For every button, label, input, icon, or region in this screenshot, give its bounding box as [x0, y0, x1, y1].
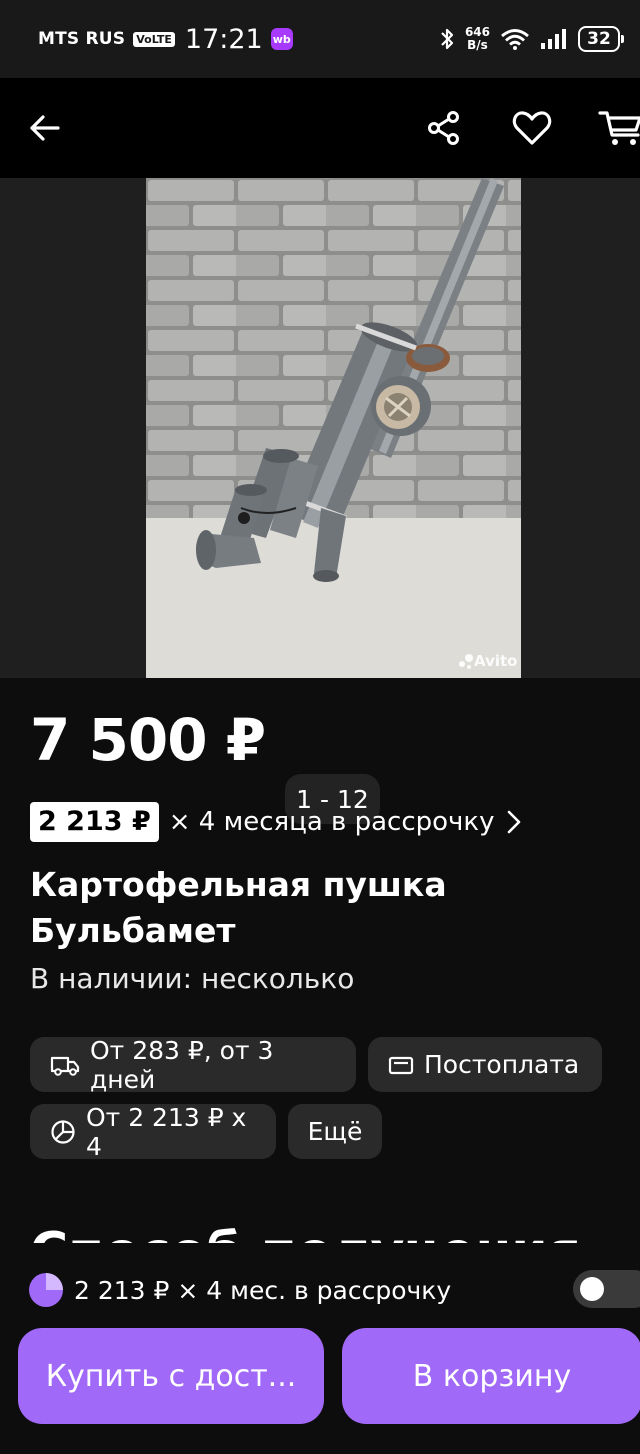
- bluetooth-icon: [441, 28, 454, 50]
- add-to-cart-button[interactable]: В корзину: [342, 1328, 640, 1424]
- cart-button[interactable]: [592, 100, 640, 156]
- installment-toggle[interactable]: [573, 1270, 640, 1308]
- clock: 17:21: [184, 23, 263, 55]
- listing-price: 7 500 ₽: [30, 706, 266, 774]
- installment-chip-label: От 2 213 ₽ x 4: [86, 1102, 247, 1161]
- installment-amount-badge: 2 213 ₽: [30, 802, 159, 842]
- wb-app-icon: wb: [270, 28, 293, 50]
- toggle-knob: [580, 1277, 604, 1301]
- battery-level: 32: [587, 29, 611, 49]
- more-chip-label: Ещё: [307, 1117, 363, 1146]
- signal-icon: [541, 29, 566, 49]
- battery-indicator: 32: [578, 26, 624, 52]
- favorite-button[interactable]: [504, 100, 560, 156]
- network-speed: 646 B/s: [465, 26, 490, 52]
- listing-title: Картофельная пушка Бульбамет: [30, 865, 447, 950]
- delivery-chip-label: От 283 ₽, от 3 дней: [90, 1035, 274, 1094]
- bottom-action-panel: 2 213 ₽ × 4 мес. в рассрочку Купить с до…: [0, 1256, 640, 1454]
- postpay-chip[interactable]: Постоплата: [368, 1037, 602, 1092]
- speed-unit: B/s: [467, 38, 488, 52]
- wifi-icon: [501, 29, 529, 50]
- watermark: Avito: [474, 652, 518, 670]
- status-icons: 646 B/s 32: [439, 26, 624, 52]
- more-chip[interactable]: Ещё: [288, 1104, 382, 1159]
- buy-button-label: Купить с дост...: [45, 1358, 297, 1394]
- photo-gallery[interactable]: Avito 1 - 12: [0, 178, 640, 824]
- installment-link[interactable]: 2 213 ₽ × 4 месяца в рассрочку: [30, 800, 523, 844]
- installment-chip[interactable]: От 2 213 ₽ x 4: [30, 1102, 276, 1161]
- product-photo[interactable]: Avito: [146, 178, 521, 678]
- share-button[interactable]: [416, 100, 472, 156]
- wallet-icon: [388, 1056, 414, 1074]
- top-app-bar: [0, 78, 640, 178]
- postpay-chip-label: Постоплата: [424, 1050, 580, 1079]
- volte-badge: VoLTE: [133, 31, 175, 47]
- heart-icon: [512, 111, 552, 145]
- cart-icon: [598, 111, 640, 145]
- status-bar: MTS RUS VoLTE 17:21 wb 646 B/s 32: [0, 0, 640, 78]
- installment-summary: 2 213 ₽ × 4 мес. в рассрочку: [28, 1272, 451, 1308]
- back-button[interactable]: [16, 100, 72, 156]
- installment-summary-text: 2 213 ₽ × 4 мес. в рассрочку: [74, 1275, 452, 1305]
- cart-button-label: В корзину: [412, 1358, 572, 1394]
- buy-with-delivery-button[interactable]: Купить с дост...: [18, 1328, 324, 1424]
- share-icon: [428, 111, 459, 145]
- truck-icon: [50, 1056, 80, 1076]
- installment-text: × 4 месяца в рассрочку: [168, 807, 495, 837]
- delivery-chip[interactable]: От 283 ₽, от 3 дней: [30, 1035, 356, 1094]
- pie-chart-icon: [51, 1119, 75, 1144]
- potato-cannon-photo: [146, 178, 521, 678]
- availability-status: В наличии: несколько: [30, 962, 355, 995]
- installment-pie-icon: [29, 1273, 63, 1307]
- chevron-right-icon: [507, 810, 520, 834]
- back-arrow-icon: [30, 115, 60, 141]
- carrier-name: MTS RUS: [38, 29, 126, 49]
